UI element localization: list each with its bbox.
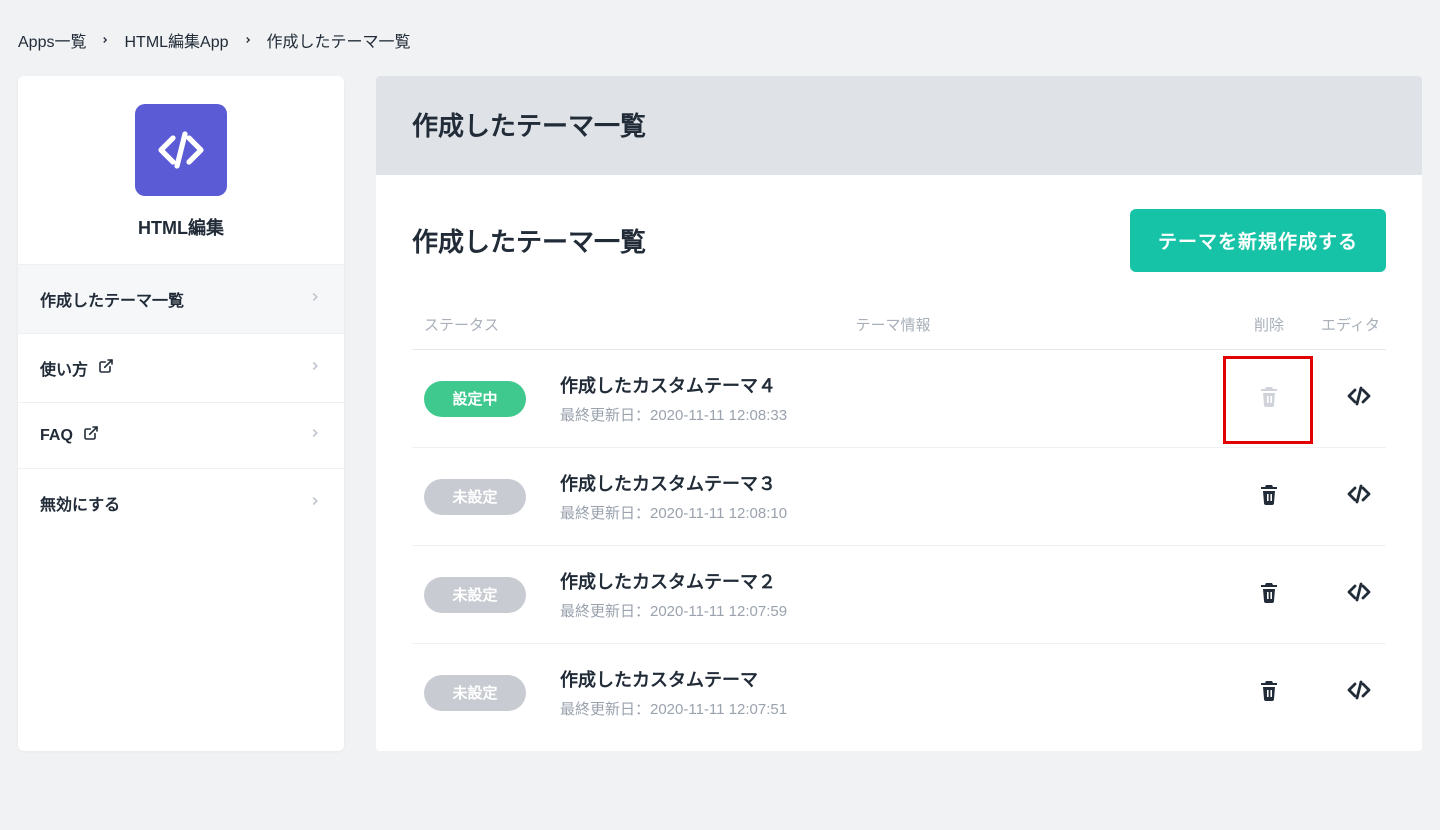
trash-icon bbox=[1257, 580, 1281, 609]
theme-name: 作成したカスタムテーマ３ bbox=[560, 470, 1226, 496]
create-theme-button[interactable]: テーマを新規作成する bbox=[1130, 209, 1386, 272]
chevron-right-icon bbox=[308, 494, 322, 513]
sidebar-item-label: 無効にする bbox=[40, 491, 120, 515]
code-icon bbox=[1347, 482, 1371, 511]
theme-updated: 最終更新日：2020-11-11 12:08:33 bbox=[560, 404, 1226, 425]
chevron-right-icon bbox=[243, 32, 253, 48]
app-code-icon bbox=[135, 104, 227, 196]
col-delete: 削除 bbox=[1226, 314, 1312, 335]
status-badge: 未設定 bbox=[424, 577, 526, 613]
code-icon bbox=[1347, 678, 1371, 707]
sidebar-item-label: 使い方 bbox=[40, 356, 114, 380]
status-badge: 未設定 bbox=[424, 479, 526, 515]
chevron-right-icon bbox=[308, 426, 322, 445]
editor-button[interactable] bbox=[1338, 476, 1380, 518]
table-header: ステータス テーマ情報 削除 エディタ bbox=[412, 314, 1386, 350]
external-link-icon bbox=[98, 358, 114, 379]
sidebar-item[interactable]: 無効にする bbox=[18, 468, 344, 537]
trash-icon bbox=[1257, 482, 1281, 511]
col-info: テーマ情報 bbox=[560, 314, 1226, 335]
panel: 作成したテーマ一覧 テーマを新規作成する ステータス テーマ情報 削除 エディタ… bbox=[376, 175, 1422, 751]
theme-updated: 最終更新日：2020-11-11 12:07:51 bbox=[560, 698, 1226, 719]
sidebar: HTML編集 作成したテーマ一覧使い方 FAQ 無効にする bbox=[18, 76, 344, 751]
status-badge: 設定中 bbox=[424, 381, 526, 417]
editor-button[interactable] bbox=[1338, 672, 1380, 714]
sidebar-item[interactable]: 使い方 bbox=[18, 333, 344, 402]
panel-title: 作成したテーマ一覧 bbox=[412, 222, 646, 259]
sidebar-item[interactable]: 作成したテーマ一覧 bbox=[18, 264, 344, 333]
table-row: 設定中 作成したカスタムテーマ４ 最終更新日：2020-11-11 12:08:33 bbox=[412, 350, 1386, 448]
theme-name: 作成したカスタムテーマ bbox=[560, 666, 1226, 692]
trash-icon bbox=[1257, 678, 1281, 707]
code-icon bbox=[1347, 384, 1371, 413]
sidebar-header: HTML編集 bbox=[18, 76, 344, 264]
breadcrumb: Apps一覧 HTML編集App 作成したテーマ一覧 bbox=[0, 0, 1440, 76]
editor-button[interactable] bbox=[1338, 574, 1380, 616]
theme-name: 作成したカスタムテーマ２ bbox=[560, 568, 1226, 594]
editor-button[interactable] bbox=[1338, 378, 1380, 420]
page-header: 作成したテーマ一覧 bbox=[376, 76, 1422, 175]
sidebar-item-label: FAQ bbox=[40, 425, 99, 446]
delete-button[interactable] bbox=[1248, 574, 1290, 616]
col-status: ステータス bbox=[424, 314, 560, 335]
delete-button bbox=[1248, 378, 1290, 420]
external-link-icon bbox=[83, 425, 99, 446]
delete-button[interactable] bbox=[1248, 476, 1290, 518]
breadcrumb-item[interactable]: HTML編集App bbox=[124, 28, 228, 52]
breadcrumb-item: 作成したテーマ一覧 bbox=[267, 28, 411, 52]
trash-icon bbox=[1257, 384, 1281, 413]
table-row: 未設定 作成したカスタムテーマ最終更新日：2020-11-11 12:07:51 bbox=[412, 644, 1386, 741]
code-icon bbox=[1347, 580, 1371, 609]
chevron-right-icon bbox=[308, 290, 322, 309]
chevron-right-icon bbox=[100, 32, 110, 48]
app-title: HTML編集 bbox=[138, 214, 224, 240]
theme-updated: 最終更新日：2020-11-11 12:07:59 bbox=[560, 600, 1226, 621]
status-badge: 未設定 bbox=[424, 675, 526, 711]
breadcrumb-item[interactable]: Apps一覧 bbox=[18, 28, 86, 52]
sidebar-item[interactable]: FAQ bbox=[18, 402, 344, 468]
col-editor: エディタ bbox=[1312, 314, 1386, 335]
theme-name: 作成したカスタムテーマ４ bbox=[560, 372, 1226, 398]
table-row: 未設定 作成したカスタムテーマ３ 最終更新日：2020-11-11 12:08:10 bbox=[412, 448, 1386, 546]
table-row: 未設定 作成したカスタムテーマ２ 最終更新日：2020-11-11 12:07:59 bbox=[412, 546, 1386, 644]
chevron-right-icon bbox=[308, 359, 322, 378]
main: 作成したテーマ一覧 作成したテーマ一覧 テーマを新規作成する ステータス テーマ… bbox=[376, 76, 1422, 751]
theme-updated: 最終更新日：2020-11-11 12:08:10 bbox=[560, 502, 1226, 523]
sidebar-item-label: 作成したテーマ一覧 bbox=[40, 287, 184, 311]
delete-button[interactable] bbox=[1248, 672, 1290, 714]
